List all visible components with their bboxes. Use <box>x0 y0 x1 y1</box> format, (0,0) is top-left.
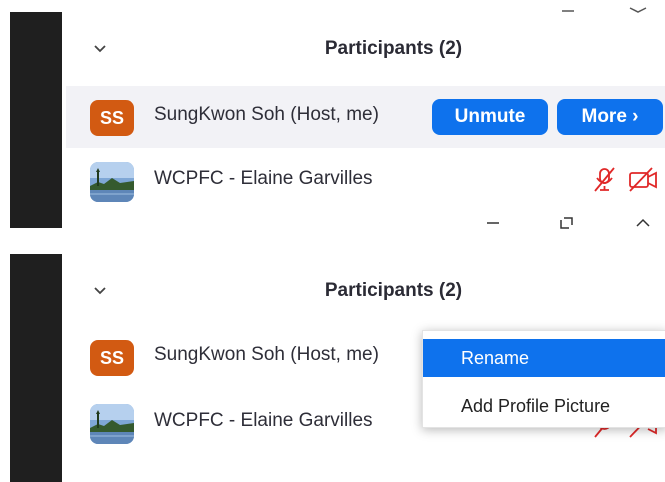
window-controls-top <box>560 0 660 13</box>
minimize-icon[interactable] <box>484 214 502 237</box>
avatar: SS <box>90 100 134 136</box>
participant-row-host[interactable]: SS SungKwon Soh (Host, me) Unmute More › <box>66 86 665 148</box>
menu-item-add-profile-picture[interactable]: Add Profile Picture <box>423 387 665 425</box>
collapse-icon[interactable] <box>634 214 652 237</box>
participant-name: SungKwon Soh (Host, me) <box>154 344 379 365</box>
menu-item-rename[interactable]: Rename <box>423 339 665 377</box>
participants-title: Participants (2) <box>324 280 463 301</box>
participant-name: SungKwon Soh (Host, me) <box>154 104 379 125</box>
participants-header: Participants (2) <box>62 270 665 310</box>
participants-title: Participants (2) <box>324 38 463 59</box>
participant-name: WCPFC - Elaine Garvilles <box>154 168 373 189</box>
avatar <box>90 162 134 202</box>
sidebar-dark-strip <box>10 254 62 482</box>
media-status <box>592 164 662 201</box>
unmute-button[interactable]: Unmute <box>432 99 548 135</box>
participant-row-elaine[interactable]: WCPFC - Elaine Garvilles <box>66 150 665 212</box>
participant-context-menu: Rename Add Profile Picture <box>422 330 665 428</box>
participant-name: WCPFC - Elaine Garvilles <box>154 410 373 431</box>
participants-header: Participants (2) <box>62 28 665 68</box>
restore-icon[interactable] <box>558 214 576 237</box>
more-button[interactable]: More › <box>557 99 663 135</box>
participants-panel-top: Participants (2) SS SungKwon Soh (Host, … <box>0 0 665 236</box>
avatar <box>90 404 134 444</box>
sidebar-dark-strip <box>10 12 62 228</box>
avatar: SS <box>90 340 134 376</box>
video-off-icon <box>629 167 657 192</box>
muted-mic-icon <box>594 167 615 192</box>
